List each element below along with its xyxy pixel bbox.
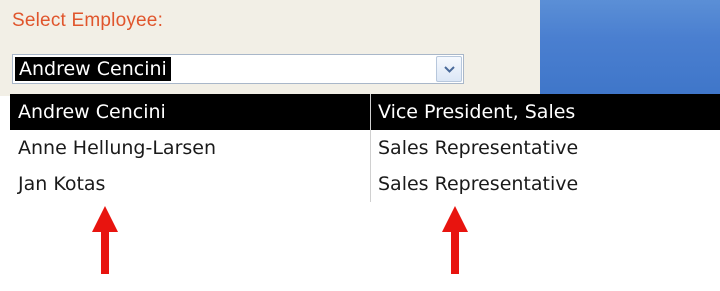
- red-arrow-up-icon: [92, 206, 118, 274]
- employee-name-cell: Andrew Cencini: [18, 101, 166, 123]
- chevron-down-icon: [444, 66, 455, 73]
- background-panel: [540, 0, 720, 96]
- employee-combobox[interactable]: Andrew Cencini: [12, 54, 464, 84]
- list-item[interactable]: Andrew Cencini Vice President, Sales: [10, 94, 720, 130]
- red-arrow-up-icon: [442, 206, 468, 274]
- job-title-cell: Vice President, Sales: [378, 101, 576, 123]
- employee-name-cell: Jan Kotas: [18, 173, 106, 195]
- job-title-cell: Sales Representative: [378, 137, 579, 159]
- job-title-cell: Sales Representative: [378, 173, 579, 195]
- form-header-area: Select Employee: Andrew Cencini: [0, 0, 540, 96]
- employee-name-cell: Anne Hellung-Larsen: [18, 137, 217, 159]
- list-item[interactable]: Anne Hellung-Larsen Sales Representative: [10, 130, 720, 166]
- combobox-selected-value[interactable]: Andrew Cencini: [15, 57, 171, 81]
- column-divider: [370, 94, 371, 202]
- select-employee-label: Select Employee:: [12, 10, 164, 31]
- list-item[interactable]: Jan Kotas Sales Representative: [10, 166, 720, 202]
- employee-dropdown-list[interactable]: Andrew Cencini Vice President, Sales Ann…: [10, 94, 720, 202]
- combobox-dropdown-button[interactable]: [436, 56, 462, 82]
